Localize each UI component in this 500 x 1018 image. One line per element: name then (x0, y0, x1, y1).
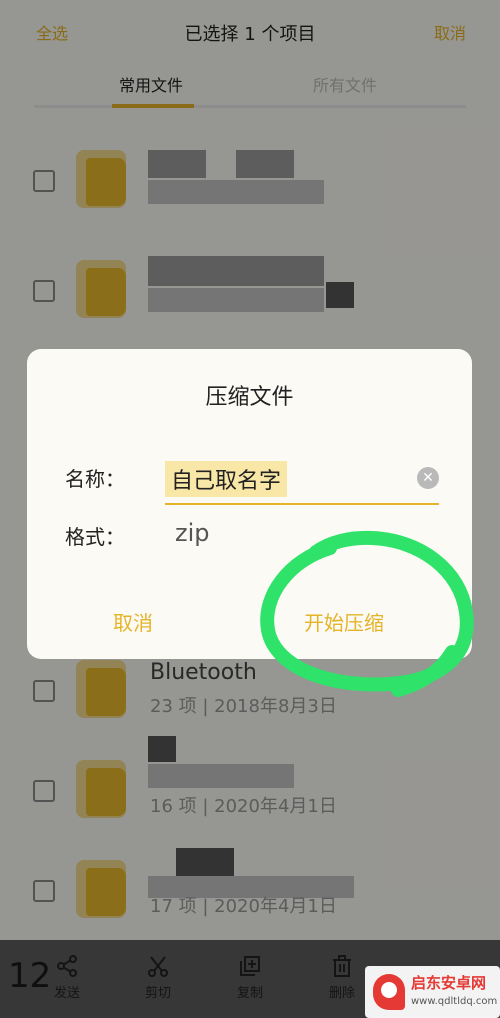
watermark-logo-icon (373, 974, 405, 1010)
dialog-title: 压缩文件 (205, 385, 294, 410)
compress-dialog: 压缩文件 名称： 自己取名字 ✕ 格式： zip 取消 开始压缩 (27, 349, 472, 659)
name-label: 名称： (65, 467, 125, 491)
watermark-name: 启东安卓网 (411, 974, 487, 992)
start-compress-button[interactable]: 开始压缩 (304, 607, 384, 636)
clear-icon[interactable]: ✕ (417, 467, 439, 489)
dialog-cancel-button[interactable]: 取消 (113, 607, 153, 636)
format-label: 格式： (65, 525, 125, 549)
site-watermark: 启东安卓网 www.qdltldq.com (365, 966, 500, 1018)
file-name-value[interactable]: 自己取名字 (165, 461, 288, 497)
file-name-input[interactable]: 自己取名字 (165, 455, 439, 505)
watermark-url: www.qdltldq.com (411, 996, 498, 1007)
format-value[interactable]: zip (175, 519, 210, 547)
